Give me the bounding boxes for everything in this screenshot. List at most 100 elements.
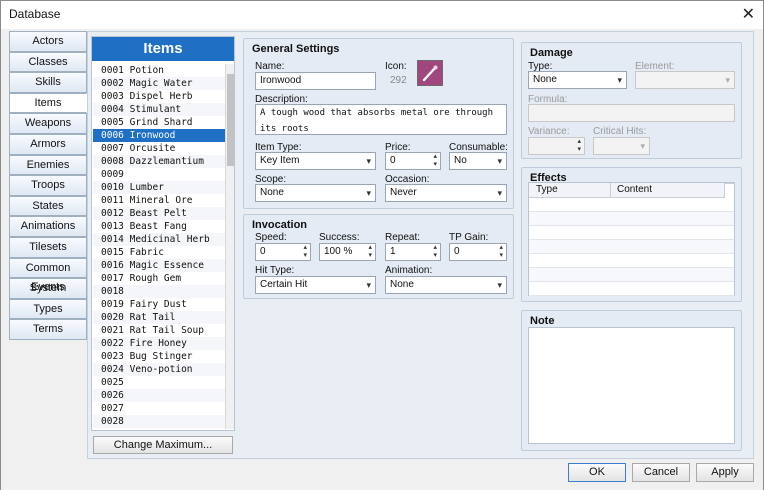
list-item[interactable]: 0025 bbox=[93, 376, 225, 389]
description-input[interactable]: A tough wood that absorbs metal ore thro… bbox=[255, 104, 507, 135]
list-item[interactable]: 0018 bbox=[93, 285, 225, 298]
list-item[interactable]: 0009 bbox=[93, 168, 225, 181]
category-nav: Actors Classes Skills Items Weapons Armors Ene… bbox=[9, 31, 87, 340]
nav-item-tilesets[interactable]: Tilesets bbox=[9, 236, 87, 258]
effects-row[interactable] bbox=[529, 268, 734, 282]
nav-item-states[interactable]: States bbox=[9, 195, 87, 217]
critical-hits-select[interactable] bbox=[593, 137, 650, 155]
list-item[interactable]: 0027 bbox=[93, 402, 225, 415]
item-type-select[interactable]: Key Item bbox=[255, 152, 376, 170]
item-icon-picker[interactable] bbox=[417, 60, 443, 86]
effects-col-spacer bbox=[725, 183, 734, 184]
effects-row[interactable] bbox=[529, 254, 734, 268]
list-item[interactable]: 0020 Rat Tail bbox=[93, 311, 225, 324]
items-list-scrollbar[interactable] bbox=[225, 64, 234, 429]
variance-stepper[interactable] bbox=[528, 137, 585, 155]
list-item[interactable]: 0013 Beast Fang bbox=[93, 220, 225, 233]
nav-item-system[interactable]: System bbox=[9, 278, 87, 299]
nav-item-armors[interactable]: Armors bbox=[9, 133, 87, 155]
speed-stepper[interactable]: 0 bbox=[255, 243, 311, 261]
element-select[interactable] bbox=[635, 71, 735, 89]
list-item[interactable]: 0014 Medicinal Herb bbox=[93, 233, 225, 246]
list-item[interactable]: 0012 Beast Pelt bbox=[93, 207, 225, 220]
list-item[interactable]: 0005 Grind Shard bbox=[93, 116, 225, 129]
cancel-button[interactable]: Cancel bbox=[632, 463, 690, 482]
animation-label: Animation: bbox=[385, 265, 433, 276]
effects-col-type[interactable]: Type bbox=[529, 183, 611, 198]
note-title: Note bbox=[530, 315, 555, 327]
nav-item-types[interactable]: Types bbox=[9, 298, 87, 320]
tp-gain-stepper[interactable]: 0 bbox=[449, 243, 507, 261]
speed-label: Speed: bbox=[255, 232, 287, 243]
nav-item-animations[interactable]: Animations bbox=[9, 216, 87, 237]
nav-item-terms[interactable]: Terms bbox=[9, 319, 87, 340]
list-item[interactable]: 0006 Ironwood bbox=[93, 129, 225, 142]
nav-item-common-events[interactable]: Common Events bbox=[9, 257, 87, 293]
success-stepper[interactable]: 100 % bbox=[319, 243, 376, 261]
effects-row[interactable] bbox=[529, 212, 734, 226]
effects-col-content[interactable]: Content bbox=[611, 183, 725, 198]
name-input[interactable]: Ironwood bbox=[255, 72, 376, 90]
consumable-select[interactable]: No bbox=[449, 152, 507, 170]
change-maximum-button[interactable]: Change Maximum... bbox=[93, 436, 233, 454]
tp-gain-label: TP Gain: bbox=[449, 232, 489, 243]
list-item[interactable]: 0022 Fire Honey bbox=[93, 337, 225, 350]
list-item[interactable]: 0019 Fairy Dust bbox=[93, 298, 225, 311]
repeat-label: Repeat: bbox=[385, 232, 421, 243]
list-item[interactable]: 0008 Dazzlemantium bbox=[93, 155, 225, 168]
animation-select[interactable]: None bbox=[385, 276, 507, 294]
name-label: Name: bbox=[255, 61, 285, 72]
window-title: Database bbox=[9, 7, 61, 21]
wand-icon bbox=[422, 65, 438, 82]
list-item[interactable]: 0016 Magic Essence bbox=[93, 259, 225, 272]
list-item[interactable]: 0024 Veno-potion bbox=[93, 363, 225, 376]
list-item[interactable]: 0001 Potion bbox=[93, 64, 225, 77]
list-item[interactable]: 0011 Mineral Ore bbox=[93, 194, 225, 207]
damage-title: Damage bbox=[530, 47, 573, 59]
success-label: Success: bbox=[319, 232, 360, 243]
icon-label: Icon: bbox=[385, 61, 407, 72]
effects-row[interactable] bbox=[529, 226, 734, 240]
icon-index: 292 bbox=[390, 75, 407, 86]
database-window: Database ✕ Actors Classes Skills Items Weapo… bbox=[0, 0, 764, 490]
effects-row[interactable] bbox=[529, 240, 734, 254]
variance-label: Variance: bbox=[528, 126, 570, 137]
effects-row[interactable] bbox=[529, 282, 734, 296]
scrollbar-thumb[interactable] bbox=[227, 74, 234, 166]
damage-type-select[interactable]: None bbox=[528, 71, 627, 89]
effects-row[interactable] bbox=[529, 198, 734, 212]
note-textarea[interactable] bbox=[528, 327, 735, 444]
nav-item-skills[interactable]: Skills bbox=[9, 72, 87, 93]
title-bar: Database ✕ bbox=[1, 1, 763, 29]
critical-hits-label: Critical Hits: bbox=[593, 126, 647, 137]
nav-item-enemies[interactable]: Enemies bbox=[9, 154, 87, 176]
close-icon[interactable]: ✕ bbox=[742, 4, 755, 24]
list-item[interactable]: 0021 Rat Tail Soup bbox=[93, 324, 225, 337]
hit-type-select[interactable]: Certain Hit bbox=[255, 276, 376, 294]
list-item[interactable]: 0010 Lumber bbox=[93, 181, 225, 194]
list-item[interactable]: 0004 Stimulant bbox=[93, 103, 225, 116]
list-item[interactable]: 0023 Bug Stinger bbox=[93, 350, 225, 363]
occasion-select[interactable]: Never bbox=[385, 184, 507, 202]
nav-item-troops[interactable]: Troops bbox=[9, 175, 87, 196]
nav-item-classes[interactable]: Classes bbox=[9, 51, 87, 73]
nav-item-actors[interactable]: Actors bbox=[9, 31, 87, 52]
list-item[interactable]: 0003 Dispel Herb bbox=[93, 90, 225, 103]
list-item[interactable]: 0002 Magic Water bbox=[93, 77, 225, 90]
effects-table[interactable]: Type Content bbox=[528, 182, 735, 296]
list-item[interactable]: 0028 bbox=[93, 415, 225, 428]
list-item[interactable]: 0017 Rough Gem bbox=[93, 272, 225, 285]
repeat-stepper[interactable]: 1 bbox=[385, 243, 441, 261]
nav-item-items[interactable]: Items bbox=[9, 92, 87, 114]
hit-type-label: Hit Type: bbox=[255, 265, 295, 276]
items-list[interactable]: 0001 Potion 0002 Magic Water 0003 Dispel H… bbox=[93, 64, 225, 429]
list-item[interactable]: 0015 Fabric bbox=[93, 246, 225, 259]
apply-button[interactable]: Apply bbox=[696, 463, 754, 482]
list-item[interactable]: 0007 Orcusite bbox=[93, 142, 225, 155]
scope-select[interactable]: None bbox=[255, 184, 376, 202]
formula-input[interactable] bbox=[528, 104, 735, 122]
ok-button[interactable]: OK bbox=[568, 463, 626, 482]
list-item[interactable]: 0026 bbox=[93, 389, 225, 402]
price-stepper[interactable]: 0 bbox=[385, 152, 441, 170]
nav-item-weapons[interactable]: Weapons bbox=[9, 113, 87, 134]
